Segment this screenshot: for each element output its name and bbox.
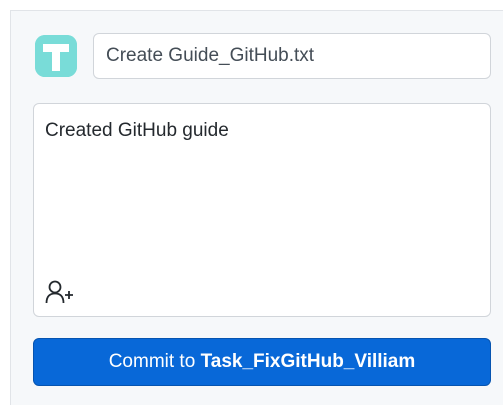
commit-description-field[interactable]: Created GitHub guide xyxy=(33,103,491,317)
add-coauthor-button[interactable] xyxy=(42,276,78,308)
commit-panel: Created GitHub guide Commit to Task_FixG… xyxy=(10,10,503,405)
avatar-icon xyxy=(35,35,77,77)
avatar xyxy=(35,35,77,77)
commit-button[interactable]: Commit to Task_FixGitHub_Villiam xyxy=(33,338,491,386)
commit-button-branch: Task_FixGitHub_Villiam xyxy=(200,351,416,372)
add-coauthor-icon xyxy=(45,280,73,304)
commit-description-text[interactable]: Created GitHub guide xyxy=(45,120,229,142)
commit-button-prefix: Commit to xyxy=(108,351,201,372)
commit-summary-input[interactable] xyxy=(93,33,491,79)
